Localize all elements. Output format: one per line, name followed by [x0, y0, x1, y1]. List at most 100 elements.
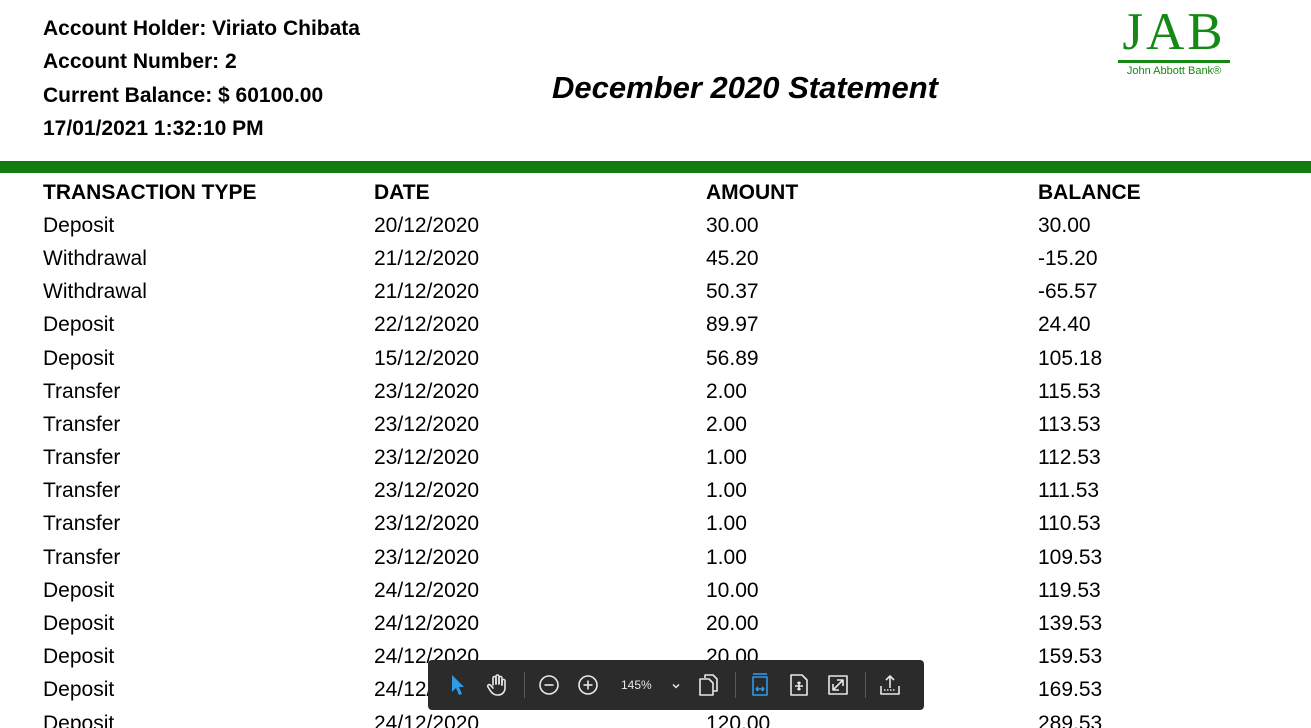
cell-transaction-type: Deposit	[43, 313, 115, 337]
cell-balance: 112.53	[1038, 446, 1101, 470]
cell-balance: 159.53	[1038, 645, 1103, 669]
share-icon	[878, 674, 902, 696]
cell-transaction-type: Transfer	[43, 512, 121, 536]
cell-transaction-type: Deposit	[43, 346, 115, 370]
cell-transaction-type: Withdrawal	[43, 246, 147, 270]
cell-balance: 113.53	[1038, 412, 1101, 436]
cell-amount: 1.00	[706, 479, 747, 503]
select-pointer-icon	[449, 674, 467, 696]
table-row: Transfer 23/12/2020 1.00 110.53	[43, 508, 1238, 541]
statement-title: December 2020 Statement	[552, 70, 938, 105]
logo-mark: JAB	[1122, 3, 1226, 61]
zoom-dropdown-chevron-icon	[672, 678, 680, 692]
cell-transaction-type: Transfer	[43, 379, 121, 403]
table-row: Withdrawal 21/12/2020 45.20 -15.20	[43, 242, 1238, 275]
cell-balance: 115.53	[1038, 379, 1101, 403]
cell-amount: 2.00	[706, 412, 747, 436]
pdf-toolbar: 145%	[428, 660, 924, 710]
zoom-in-icon	[577, 674, 599, 696]
hand-pan-icon	[485, 673, 509, 697]
cell-amount: 89.97	[706, 313, 759, 337]
account-holder: Account Holder: Viriato Chibata	[43, 17, 360, 40]
cell-transaction-type: Transfer	[43, 412, 121, 436]
cell-transaction-type: Deposit	[43, 711, 115, 728]
cell-date: 24/12/2020	[374, 578, 480, 602]
cell-date: 23/12/2020	[374, 479, 480, 503]
cell-transaction-type: Deposit	[43, 612, 115, 636]
cell-balance: 105.18	[1038, 346, 1103, 370]
cell-transaction-type: Deposit	[43, 578, 115, 602]
cell-amount: 10.00	[706, 578, 759, 602]
pan-tool-button[interactable]	[481, 669, 513, 701]
select-tool-button[interactable]	[442, 669, 474, 701]
table-row: Deposit 22/12/2020 89.97 24.40	[43, 309, 1238, 342]
cell-balance: 169.53	[1038, 678, 1103, 702]
toolbar-divider	[524, 672, 525, 698]
zoom-out-button[interactable]	[533, 669, 565, 701]
cell-balance: 111.53	[1038, 479, 1100, 503]
cell-date: 24/12/2020	[374, 612, 480, 636]
cell-date: 24/12/2020	[374, 711, 480, 728]
cell-date: 23/12/2020	[374, 379, 480, 403]
table-row: Withdrawal 21/12/2020 50.37 -65.57	[43, 276, 1238, 309]
fullscreen-button[interactable]	[822, 669, 854, 701]
account-number: Account Number: 2	[43, 50, 237, 74]
cell-date: 21/12/2020	[374, 280, 480, 304]
toolbar-divider	[864, 672, 866, 698]
account-info: Account Holder: Viriato Chibata Account …	[43, 12, 360, 145]
cell-amount: 1.00	[706, 545, 747, 569]
cell-amount: 45.20	[706, 246, 759, 270]
table-row: Transfer 23/12/2020 1.00 112.53	[43, 442, 1238, 475]
fit-page-icon	[788, 673, 810, 697]
cell-balance: -65.57	[1038, 280, 1098, 304]
transactions-table: TRANSACTION TYPE DATE AMOUNT BALANCE Dep…	[43, 176, 1238, 728]
cell-amount: 1.00	[706, 446, 747, 470]
table-row: Deposit 24/12/2020 120.00 289.53	[43, 707, 1238, 728]
table-row: Transfer 23/12/2020 1.00 111.53	[43, 475, 1238, 508]
share-button[interactable]	[874, 669, 906, 701]
cell-transaction-type: Deposit	[43, 678, 115, 702]
cell-balance: 109.53	[1038, 545, 1103, 569]
cell-balance: 110.53	[1038, 512, 1101, 536]
column-header-date: DATE	[374, 180, 430, 204]
zoom-level-value: 145%	[621, 678, 652, 692]
current-balance: Current Balance: $ 60100.00	[43, 83, 324, 107]
table-row: Deposit 24/12/2020 20.00 139.53	[43, 607, 1238, 640]
page-view-button[interactable]	[692, 669, 724, 701]
cell-date: 22/12/2020	[374, 313, 480, 337]
cell-balance: 289.53	[1038, 711, 1103, 728]
cell-amount: 50.37	[706, 280, 759, 304]
pdf-viewer-page: Account Holder: Viriato Chibata Account …	[0, 0, 1311, 728]
cell-balance: 139.53	[1038, 612, 1103, 636]
column-header-balance: BALANCE	[1038, 180, 1141, 204]
cell-amount: 1.00	[706, 512, 747, 536]
fit-width-button[interactable]	[744, 669, 776, 701]
cell-amount: 56.89	[706, 346, 759, 370]
header-divider-bar	[0, 161, 1311, 173]
zoom-in-button[interactable]	[572, 669, 604, 701]
column-header-type: TRANSACTION TYPE	[43, 180, 257, 204]
cell-transaction-type: Withdrawal	[43, 280, 147, 304]
table-row: Transfer 23/12/2020 2.00 113.53	[43, 408, 1238, 441]
cell-transaction-type: Transfer	[43, 479, 121, 503]
cell-amount: 30.00	[706, 213, 759, 237]
cell-date: 21/12/2020	[374, 246, 480, 270]
cell-date: 23/12/2020	[374, 446, 480, 470]
bank-logo: JAB John Abbott Bank®	[1113, 4, 1235, 78]
fullscreen-icon	[827, 674, 849, 696]
fit-page-button[interactable]	[783, 669, 815, 701]
cell-date: 23/12/2020	[374, 412, 480, 436]
cell-transaction-type: Transfer	[43, 446, 121, 470]
table-header-row: TRANSACTION TYPE DATE AMOUNT BALANCE	[43, 176, 1238, 209]
cell-amount: 2.00	[706, 379, 747, 403]
cell-date: 15/12/2020	[374, 346, 480, 370]
cell-transaction-type: Deposit	[43, 645, 115, 669]
transactions-body: Deposit 20/12/2020 30.00 30.00 Withdrawal 21/…	[43, 209, 1238, 728]
statement-timestamp: 17/01/2021 1:32:10 PM	[43, 116, 264, 140]
zoom-level-dropdown[interactable]: 145%	[611, 669, 686, 701]
toolbar-divider	[734, 672, 736, 698]
logo-bank-name: John Abbott Bank®	[1126, 65, 1222, 77]
table-row: Deposit 15/12/2020 56.89 105.18	[43, 342, 1238, 375]
cell-balance: 119.53	[1038, 578, 1101, 602]
table-row: Deposit 24/12/2020 10.00 119.53	[43, 574, 1238, 607]
